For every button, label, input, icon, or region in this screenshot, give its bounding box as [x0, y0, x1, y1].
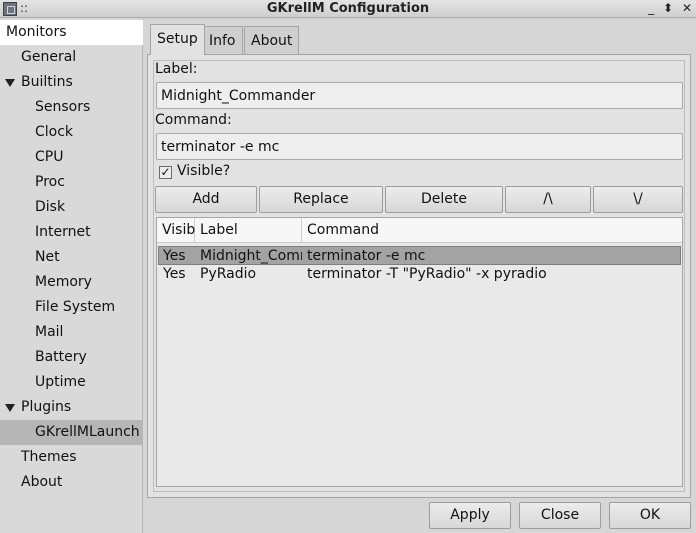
sidebar-item-mail[interactable]: Mail	[0, 320, 143, 345]
table-row[interactable]: Yes Midnight_Commander terminator -e mc	[158, 246, 681, 265]
sidebar-item-label: Plugins	[21, 399, 72, 415]
sidebar-item-label: File System	[35, 299, 116, 315]
sidebar-item-internet[interactable]: Internet	[0, 220, 143, 245]
sidebar-item-label: Disk	[35, 199, 66, 215]
column-header-visible[interactable]: Visib	[157, 218, 195, 243]
sidebar-item-builtins[interactable]: Builtins	[0, 70, 143, 95]
sidebar-item-label: Uptime	[35, 374, 86, 390]
sidebar-item-about[interactable]: About	[0, 470, 143, 495]
sidebar-item-label: GKrellMLaunch	[35, 424, 140, 440]
title-bar[interactable]: :: GKrellM Configuration _ ⬍ ✕	[0, 0, 696, 18]
command-caption: Command:	[155, 112, 232, 128]
delete-button[interactable]: Delete	[385, 186, 503, 213]
sidebar-item-proc[interactable]: Proc	[0, 170, 143, 195]
sidebar-item-battery[interactable]: Battery	[0, 345, 143, 370]
checkmark-icon: ✓	[160, 165, 171, 179]
column-header-command[interactable]: Command	[302, 218, 682, 243]
sidebar-item-label: Net	[35, 249, 60, 265]
maximize-icon[interactable]: ⬍	[663, 1, 673, 15]
command-cell: terminator -e mc	[307, 248, 426, 264]
list-header: Visib Label Command	[157, 218, 682, 243]
sidebar-item-gkrellmlaunch[interactable]: GKrellMLaunch	[0, 420, 143, 445]
sidebar-item-plugins[interactable]: Plugins	[0, 395, 143, 420]
add-button[interactable]: Add	[155, 186, 257, 213]
command-input[interactable]	[156, 133, 683, 160]
sidebar-item-label: Memory	[35, 274, 92, 290]
sidebar-item-label: Monitors	[6, 24, 67, 40]
sidebar-item-label: Battery	[35, 349, 87, 365]
close-icon[interactable]: ✕	[682, 1, 692, 15]
sidebar-item-clock[interactable]: Clock	[0, 120, 143, 145]
label-cell: Midnight_Commander	[200, 248, 302, 264]
visible-label[interactable]: Visible?	[177, 163, 230, 179]
sidebar-item-label: Builtins	[21, 74, 73, 90]
close-button[interactable]: Close	[519, 502, 601, 529]
window-title: GKrellM Configuration	[266, 1, 430, 16]
sidebar-item-label: Internet	[35, 224, 91, 240]
sidebar-item-label: CPU	[35, 149, 64, 165]
sidebar-item-label: Proc	[35, 174, 65, 190]
sidebar-item-sensors[interactable]: Sensors	[0, 95, 143, 120]
sidebar-item-label: Mail	[35, 324, 64, 340]
sidebar-item-label: About	[21, 474, 63, 490]
label-caption: Label:	[155, 61, 198, 77]
sidebar-item-net[interactable]: Net	[0, 245, 143, 270]
label-cell: PyRadio	[200, 266, 257, 282]
tab-about[interactable]: About	[244, 26, 300, 56]
visible-checkbox[interactable]: ✓	[159, 166, 172, 179]
sidebar-item-monitors[interactable]: Monitors	[0, 20, 143, 45]
minimize-icon[interactable]: _	[648, 1, 654, 15]
sidebar-item-cpu[interactable]: CPU	[0, 145, 143, 170]
sidebar-item-uptime[interactable]: Uptime	[0, 370, 143, 395]
move-up-button[interactable]: /\	[505, 186, 591, 213]
tab-setup[interactable]: Setup	[150, 24, 205, 55]
label-input[interactable]	[156, 82, 683, 109]
sidebar-item-file-system[interactable]: File System	[0, 295, 143, 320]
visible-cell: Yes	[163, 266, 186, 282]
move-down-button[interactable]: \/	[593, 186, 683, 213]
sidebar-item-label: Themes	[21, 449, 77, 465]
sidebar-item-disk[interactable]: Disk	[0, 195, 143, 220]
tab-info[interactable]: Info	[202, 26, 243, 56]
sidebar-item-themes[interactable]: Themes	[0, 445, 143, 470]
launcher-list[interactable]: Visib Label Command Yes Midnight_Command…	[156, 217, 683, 487]
sidebar-tree[interactable]: Monitors General Builtins Sensors Clock …	[0, 19, 143, 533]
column-header-label[interactable]: Label	[195, 218, 302, 243]
replace-button[interactable]: Replace	[259, 186, 383, 213]
sidebar-item-label: Clock	[35, 124, 74, 140]
sidebar-item-label: Sensors	[35, 99, 91, 115]
sidebar-item-label: General	[21, 49, 77, 65]
apply-button[interactable]: Apply	[429, 502, 511, 529]
expander-down-icon[interactable]	[5, 79, 15, 87]
command-cell: terminator -T "PyRadio" -x pyradio	[307, 266, 547, 282]
ok-button[interactable]: OK	[609, 502, 691, 529]
sidebar-item-memory[interactable]: Memory	[0, 270, 143, 295]
sidebar-item-general[interactable]: General	[0, 45, 143, 70]
table-row[interactable]: Yes PyRadio terminator -T "PyRadio" -x p…	[158, 265, 681, 284]
visible-cell: Yes	[163, 248, 186, 264]
expander-down-icon[interactable]	[5, 404, 15, 412]
